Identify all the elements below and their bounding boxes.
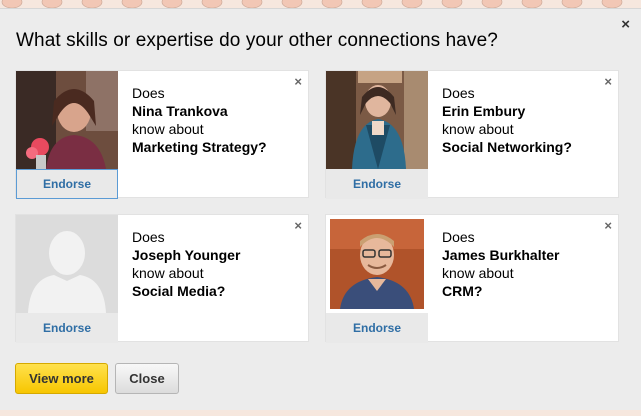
endorse-card: Endorse Does James Burkhalter know about… [325, 214, 619, 343]
endorse-prompt: Does Joseph Younger know about Social Me… [132, 228, 302, 300]
endorse-card: Endorse Does Erin Embury know about Soci… [325, 70, 619, 199]
endorse-prompt: Does Erin Embury know about Social Netwo… [442, 84, 612, 156]
skill-name: Social Media? [132, 283, 226, 299]
profile-photo [16, 71, 118, 169]
prompt-mid: know about [442, 121, 514, 137]
profile-photo [326, 71, 428, 169]
dismiss-card-icon[interactable]: × [294, 74, 302, 89]
prompt-mid: know about [442, 265, 514, 281]
endorse-prompt: Does James Burkhalter know about CRM? [442, 228, 612, 300]
endorse-button[interactable]: Endorse [16, 169, 118, 199]
prompt-prefix: Does [132, 85, 165, 101]
dismiss-card-icon[interactable]: × [294, 218, 302, 233]
endorse-button[interactable]: Endorse [326, 313, 428, 343]
prompt-prefix: Does [132, 229, 165, 245]
skill-name: Social Networking? [442, 139, 572, 155]
endorse-card: Endorse Does Joseph Younger know about S… [15, 214, 309, 343]
skill-name: Marketing Strategy? [132, 139, 267, 155]
endorse-prompt: Does Nina Trankova know about Marketing … [132, 84, 302, 156]
endorse-button[interactable]: Endorse [16, 313, 118, 343]
view-more-button[interactable]: View more [15, 363, 108, 394]
background-pattern-bottom [0, 410, 641, 416]
prompt-prefix: Does [442, 85, 475, 101]
prompt-mid: know about [132, 265, 204, 281]
profile-photo-placeholder [16, 215, 118, 313]
connection-name[interactable]: Joseph Younger [132, 246, 302, 264]
close-button[interactable]: Close [115, 363, 179, 394]
endorse-card: Endorse Does Nina Trankova know about Ma… [15, 70, 309, 199]
dialog-title: What skills or expertise do your other c… [16, 30, 498, 51]
skill-name: CRM? [442, 283, 483, 299]
dialog-close-icon[interactable]: × [621, 17, 630, 32]
dismiss-card-icon[interactable]: × [604, 218, 612, 233]
connection-name[interactable]: James Burkhalter [442, 246, 612, 264]
prompt-mid: know about [132, 121, 204, 137]
dismiss-card-icon[interactable]: × [604, 74, 612, 89]
connection-name[interactable]: Nina Trankova [132, 102, 302, 120]
connection-name[interactable]: Erin Embury [442, 102, 612, 120]
endorse-connections-dialog: × What skills or expertise do your other… [0, 8, 641, 410]
endorse-button[interactable]: Endorse [326, 169, 428, 199]
prompt-prefix: Does [442, 229, 475, 245]
background-pattern-top [0, 0, 641, 8]
profile-photo [326, 215, 428, 313]
